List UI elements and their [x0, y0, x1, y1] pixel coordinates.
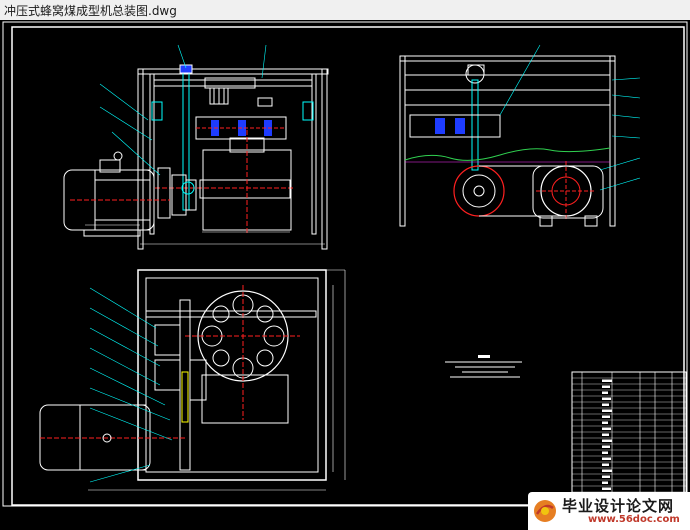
top-gear-2 [154, 359, 181, 391]
mold-hole [201, 325, 223, 347]
motor-base [83, 229, 141, 237]
mold-hole [256, 305, 274, 323]
leader-line [99, 83, 149, 121]
top-gearbox [201, 374, 289, 424]
side-mold-cavity [435, 118, 445, 134]
parts-row-text-mark [602, 415, 610, 418]
window-title: 冲压式蜂窝煤成型机总装图.dwg [4, 4, 177, 18]
frame-inner-left [149, 73, 155, 235]
sheet-inner-border [11, 26, 685, 506]
front-view[interactable] [63, 44, 329, 250]
mold-hole [256, 349, 274, 367]
top-leader [89, 367, 166, 406]
parts-row-text-mark [602, 433, 609, 436]
watermark-site-url: www.56doc.com [588, 514, 680, 525]
site-watermark: 毕业设计论文网 www.56doc.com [528, 492, 690, 530]
top-crossrail [145, 310, 317, 318]
top-view[interactable] [39, 269, 346, 491]
top-leader [89, 307, 159, 347]
mold-hole [212, 349, 230, 367]
parts-row-text-mark [602, 475, 610, 478]
parts-rows [572, 377, 686, 508]
drawing-canvas[interactable]: 毕业设计论文网 www.56doc.com [0, 20, 690, 530]
parts-row-text-mark [602, 391, 608, 394]
cad-drawing[interactable] [0, 20, 690, 510]
technical-notes [445, 355, 522, 378]
gear-left [171, 174, 187, 216]
leader-line [111, 131, 161, 176]
parts-row-text-mark [602, 427, 611, 430]
parts-row-text-mark [602, 403, 609, 406]
parts-row-text-mark [602, 469, 612, 472]
top-leader [89, 387, 171, 421]
parts-row-text-mark [602, 445, 610, 448]
driven-pulley-inner [462, 174, 496, 208]
coal-feed-line [404, 147, 611, 161]
side-view[interactable] [399, 44, 641, 227]
parts-row-text-mark [602, 481, 608, 484]
note-title-mark [478, 355, 490, 358]
side-leader [599, 157, 641, 171]
side-leader [611, 77, 641, 81]
side-leader [611, 135, 641, 139]
top-leader [89, 347, 161, 386]
balloon-marker [113, 151, 123, 161]
parts-row-text-mark [602, 409, 612, 412]
parts-row-text-mark [602, 451, 608, 454]
side-leader [599, 177, 641, 191]
parts-row-text-mark [602, 385, 610, 388]
parts-row-text-mark [602, 397, 611, 400]
parts-row-text-mark [602, 439, 612, 442]
side-motor-housing [532, 165, 604, 219]
side-frame-left-leg [399, 55, 406, 227]
rod-top [179, 64, 193, 74]
gear-shaft-box [199, 179, 291, 199]
parts-row-text-mark [602, 379, 612, 382]
parts-list-table[interactable] [571, 371, 687, 508]
top-gear-1 [154, 324, 181, 356]
top-leader [89, 327, 161, 367]
pulley-left [157, 167, 171, 219]
side-leader [611, 94, 641, 99]
leader-line [99, 106, 153, 141]
parts-row-text-mark [602, 487, 611, 490]
driven-pulley-hub [473, 185, 485, 197]
parts-row-text-mark [602, 421, 608, 424]
mold-hole [212, 305, 230, 323]
side-connecting-rod [471, 79, 479, 171]
gear-right [185, 179, 197, 211]
punch-block [257, 97, 273, 107]
window-titlebar: 冲压式蜂窝煤成型机总装图.dwg [0, 0, 690, 21]
watermark-site-name: 毕业设计论文网 [562, 497, 675, 515]
top-leader [89, 407, 173, 441]
frame-right-leg [321, 68, 328, 250]
parts-table-border [571, 371, 687, 506]
parts-row-text-mark [602, 463, 609, 466]
side-leader [611, 114, 641, 119]
side-frame-right-leg [609, 55, 616, 227]
driven-pulley [453, 165, 505, 217]
side-frame-top [399, 55, 616, 62]
frame-top-beam [137, 68, 329, 75]
watermark-logo-icon [534, 500, 556, 522]
mold-hole [232, 294, 254, 316]
parts-row-text-mark [602, 457, 611, 460]
side-mold-cavity [455, 118, 465, 134]
top-gear-3 [189, 359, 207, 401]
top-shaft-yellow [181, 371, 189, 423]
leader-line [261, 44, 267, 79]
frame-inner-right [311, 73, 317, 235]
